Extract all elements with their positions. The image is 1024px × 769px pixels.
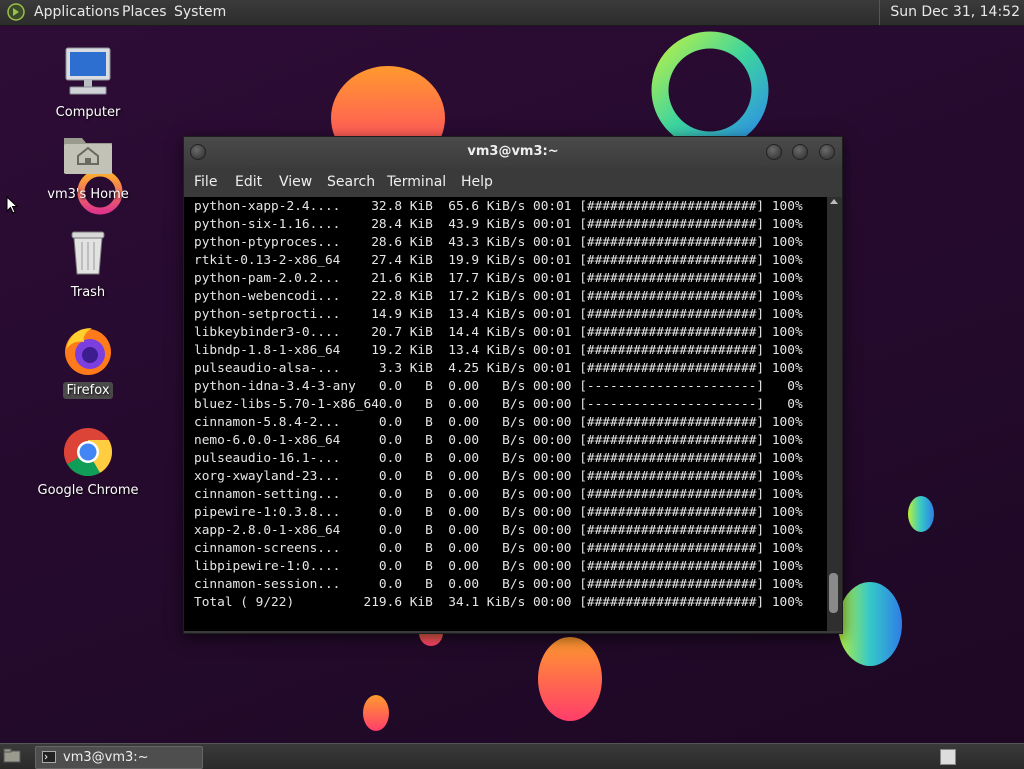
terminal-line: python-idna-3.4-3-any 0.0 B 0.00 B/s 00:…: [194, 379, 803, 394]
menu-terminal[interactable]: Terminal: [387, 167, 446, 197]
desktop-icon-label: Firefox: [63, 382, 113, 399]
firefox-icon: [60, 324, 116, 380]
minimize-button[interactable]: [766, 144, 782, 160]
menu-file[interactable]: File: [194, 167, 217, 197]
menu-edit[interactable]: Edit: [235, 167, 262, 197]
terminal-line: libkeybinder3-0.... 20.7 KiB 14.4 KiB/s …: [194, 325, 803, 340]
desktop-icon-firefox[interactable]: Firefox: [33, 324, 143, 399]
terminal-line: Total ( 9/22) 219.6 KiB 34.1 KiB/s 00:00…: [194, 595, 803, 610]
terminal-line: bluez-libs-5.70-1-x86_640.0 B 0.00 B/s 0…: [194, 397, 803, 412]
terminal-line: nemo-6.0.0-1-x86_64 0.0 B 0.00 B/s 00:00…: [194, 433, 803, 448]
terminal-scrollbar[interactable]: [827, 197, 842, 631]
terminal-line: python-pam-2.0.2... 21.6 KiB 17.7 KiB/s …: [194, 271, 803, 286]
menu-applications[interactable]: Applications: [34, 0, 120, 25]
menu-places[interactable]: Places: [122, 0, 167, 25]
taskbar-item-terminal[interactable]: vm3@vm3:~: [35, 746, 203, 769]
terminal-line: python-ptyproces... 28.6 KiB 43.3 KiB/s …: [194, 235, 803, 250]
clock[interactable]: Sun Dec 31, 14:52: [879, 0, 1024, 25]
desktop-icon-label: Google Chrome: [37, 483, 139, 498]
taskbar-item-label: vm3@vm3:~: [63, 750, 149, 765]
terminal-menubar: File Edit View Search Terminal Help: [184, 167, 842, 197]
terminal-icon: [42, 751, 56, 763]
terminal-output[interactable]: python-xapp-2.4.... 32.8 KiB 65.6 KiB/s …: [184, 197, 827, 631]
terminal-line: cinnamon-session... 0.0 B 0.00 B/s 00:00…: [194, 577, 803, 592]
workspace-switcher[interactable]: [940, 749, 956, 765]
close-button[interactable]: [819, 144, 835, 160]
desktop-icon-label: vm3's Home: [47, 187, 129, 202]
terminal-line: xapp-2.8.0-1-x86_64 0.0 B 0.00 B/s 00:00…: [194, 523, 803, 538]
terminal-line: python-six-1.16.... 28.4 KiB 43.9 KiB/s …: [194, 217, 803, 232]
computer-icon: [60, 46, 116, 102]
home-folder-icon: [60, 128, 116, 184]
terminal-line: pulseaudio-alsa-... 3.3 KiB 4.25 KiB/s 0…: [194, 361, 803, 376]
terminal-line: pulseaudio-16.1-... 0.0 B 0.00 B/s 00:00…: [194, 451, 803, 466]
terminal-line: libpipewire-1:0.... 0.0 B 0.00 B/s 00:00…: [194, 559, 803, 574]
maximize-button[interactable]: [792, 144, 808, 160]
terminal-line: python-xapp-2.4.... 32.8 KiB 65.6 KiB/s …: [194, 199, 803, 214]
show-desktop-icon[interactable]: [3, 748, 21, 764]
desktop-icon-label: Trash: [70, 285, 106, 300]
chrome-icon: [60, 424, 116, 480]
terminal-line: cinnamon-5.8.4-2... 0.0 B 0.00 B/s 00:00…: [194, 415, 803, 430]
window-titlebar[interactable]: vm3@vm3:~: [184, 137, 842, 167]
desktop-icon-home[interactable]: vm3's Home: [33, 128, 143, 203]
scrollbar-thumb[interactable]: [829, 573, 838, 613]
terminal-line: xorg-xwayland-23... 0.0 B 0.00 B/s 00:00…: [194, 469, 803, 484]
terminal-line: cinnamon-setting... 0.0 B 0.00 B/s 00:00…: [194, 487, 803, 502]
menu-view[interactable]: View: [279, 167, 312, 197]
terminal-line: python-webencodi... 22.8 KiB 17.2 KiB/s …: [194, 289, 803, 304]
terminal-line: cinnamon-screens... 0.0 B 0.00 B/s 00:00…: [194, 541, 803, 556]
menu-search[interactable]: Search: [327, 167, 375, 197]
desktop-icon-label: Computer: [55, 105, 121, 120]
mouse-pointer-icon: [6, 196, 18, 214]
terminal-line: python-setprocti... 14.9 KiB 13.4 KiB/s …: [194, 307, 803, 322]
trash-icon: [60, 226, 116, 282]
desktop-icon-computer[interactable]: Computer: [33, 46, 143, 121]
terminal-window: vm3@vm3:~ File Edit View Search Terminal…: [183, 136, 843, 634]
terminal-line: pipewire-1:0.3.8... 0.0 B 0.00 B/s 00:00…: [194, 505, 803, 520]
desktop-icon-google-chrome[interactable]: Google Chrome: [33, 424, 143, 499]
scroll-up-arrow-icon[interactable]: [830, 199, 838, 204]
desktop-icon-trash[interactable]: Trash: [33, 226, 143, 301]
top-panel: Applications Places System Sun Dec 31, 1…: [0, 0, 1024, 26]
bottom-panel: vm3@vm3:~: [0, 743, 1024, 769]
terminal-line: rtkit-0.13-2-x86_64 27.4 KiB 19.9 KiB/s …: [194, 253, 803, 268]
menu-system[interactable]: System: [174, 0, 226, 25]
terminal-line: libndp-1.8-1-x86_64 19.2 KiB 13.4 KiB/s …: [194, 343, 803, 358]
window-title: vm3@vm3:~: [467, 144, 559, 159]
terminal-lines: python-xapp-2.4.... 32.8 KiB 65.6 KiB/s …: [194, 198, 803, 612]
applications-menu-icon[interactable]: [6, 2, 26, 22]
menu-help[interactable]: Help: [461, 167, 493, 197]
